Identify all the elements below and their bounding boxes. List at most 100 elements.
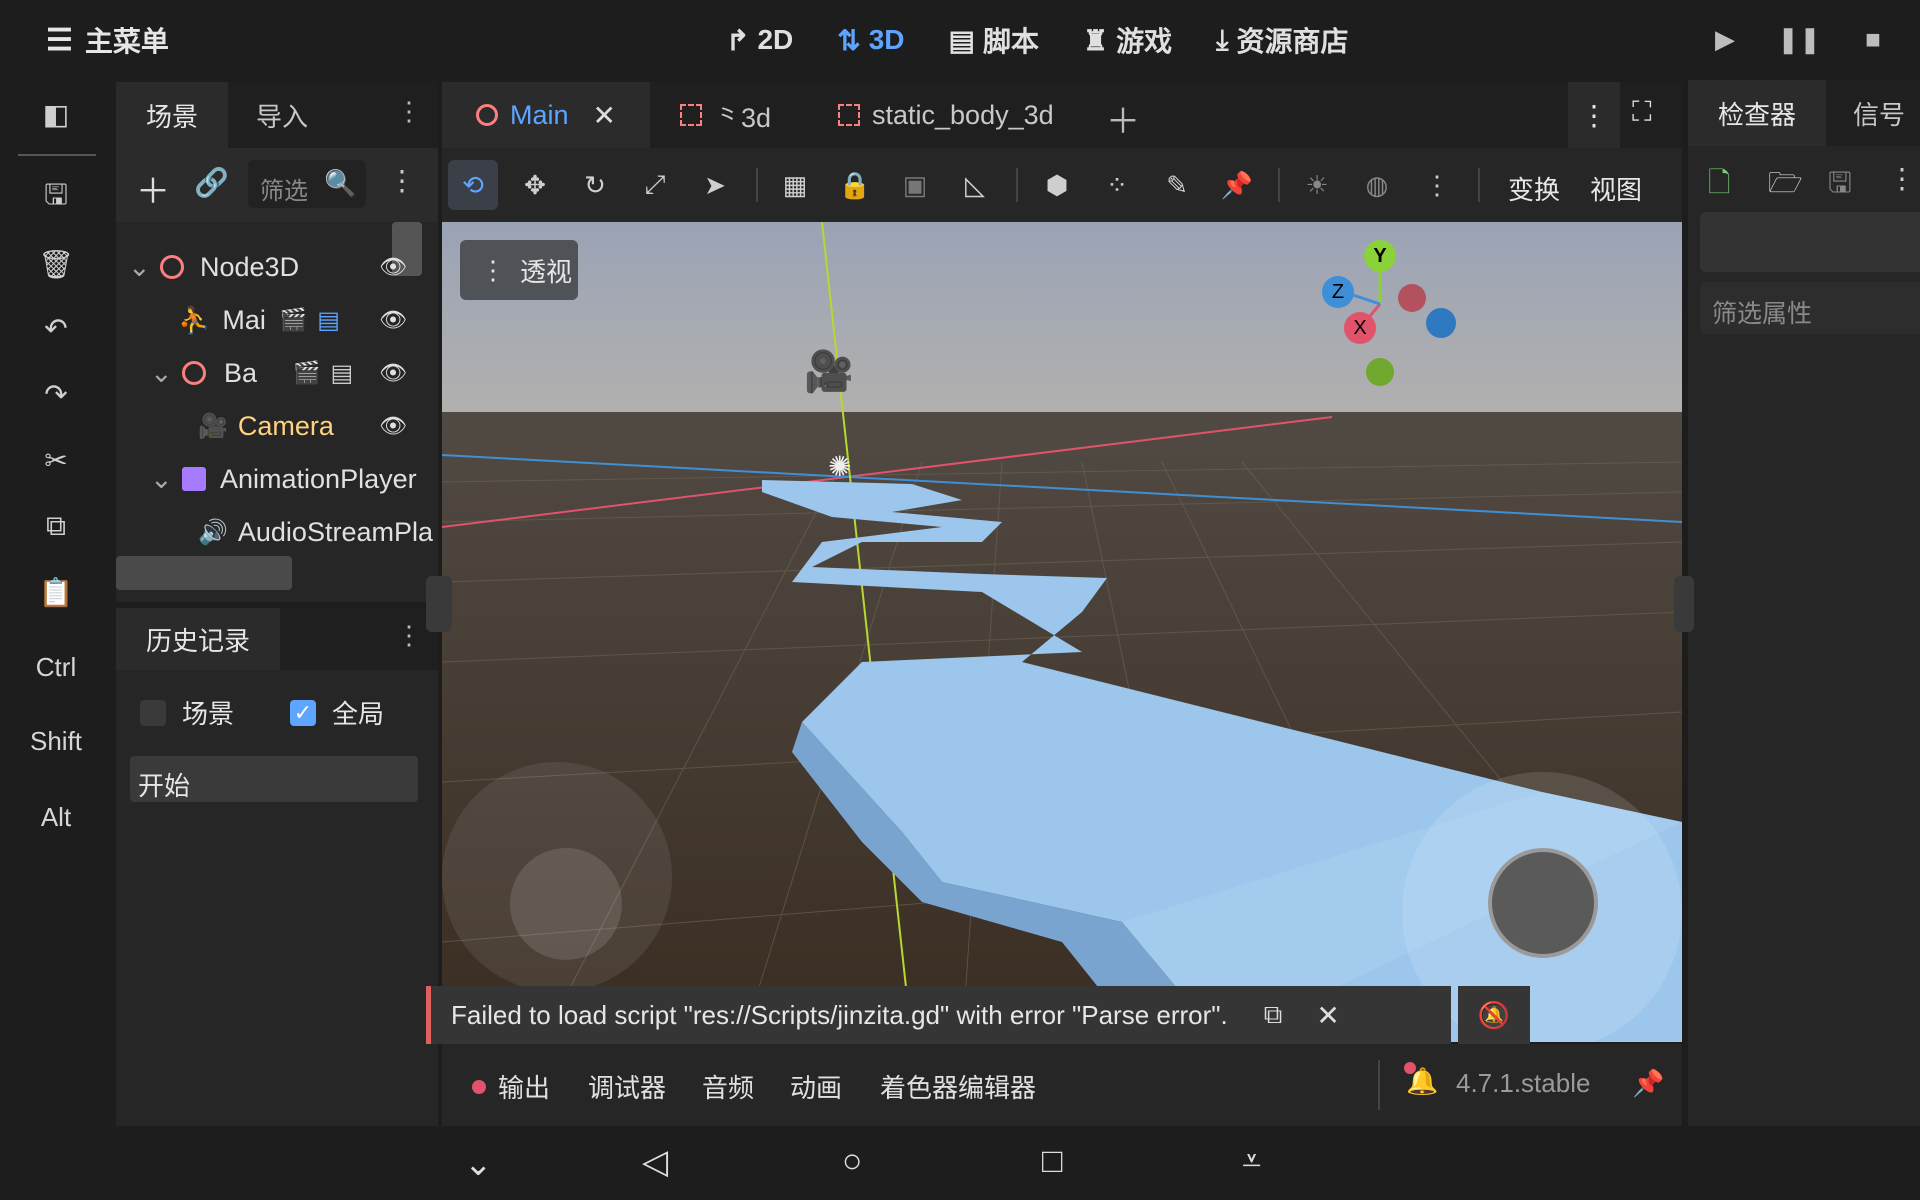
paste-icon[interactable]: 📋 [26,570,86,614]
close-icon[interactable]: ✕ [1316,999,1339,1032]
mode-2d[interactable]: ↱ 2D [726,20,793,60]
scene-filter-input[interactable]: 筛选 🔍 [248,160,366,208]
tree-row-camera[interactable]: 🎥 Camera 👁 [116,401,416,451]
tree-row-ba[interactable]: ⌄ Ba 🎬 ▤ 👁 [116,348,416,398]
y-axis-handle[interactable]: Y [1364,240,1396,272]
kebab-menu-icon[interactable]: ⋮ [396,620,422,651]
tab-audio[interactable]: 音频 [702,1068,754,1105]
close-icon[interactable]: ✕ [593,99,616,132]
tab-static-body-3d[interactable]: static_body_3d [838,82,1054,148]
visibility-eye-icon[interactable]: 👁 [376,360,410,385]
chevron-down-icon[interactable]: ⌄ [464,1144,493,1184]
recents-icon[interactable]: □ [1042,1142,1063,1181]
pin-icon[interactable]: 📌 [1212,160,1262,210]
tree-row-node3d[interactable]: ⌄ Node3D 👁 [116,242,416,292]
particles-icon[interactable]: ⁘ [1092,160,1142,210]
view-menu[interactable]: 视图 [1590,170,1642,207]
scene-options-icon[interactable]: ⋮ [388,164,416,197]
tab-animation[interactable]: 动画 [790,1068,842,1105]
copy-icon[interactable]: ⧉ [1264,999,1283,1031]
global-history-checkbox[interactable]: ✓ 全局 [290,694,384,731]
horizontal-scrollbar[interactable] [116,556,292,590]
add-tab-icon[interactable]: ＋ [1106,94,1140,143]
copy-icon[interactable]: ⧉ [26,504,86,548]
visibility-eye-icon[interactable]: 👁 [376,413,410,438]
link-icon[interactable]: 🔗 [194,166,229,199]
joystick-knob[interactable] [510,848,622,960]
scale-mode-icon[interactable]: ⤢ [630,160,680,210]
z-axis-handle[interactable]: Z [1322,276,1354,308]
tab-inspector[interactable]: 检查器 [1688,80,1826,146]
tab-signals[interactable]: 信号 [1838,80,1920,146]
checkbox-unchecked-icon[interactable] [140,699,166,726]
save-icon[interactable]: 🖫 [26,176,86,220]
tree-row-audiostreamplayer[interactable]: 🔊 AudioStreamPla [116,507,446,557]
home-icon[interactable]: ○ [842,1142,863,1181]
light-gizmo-icon[interactable]: ✺ [828,450,851,483]
notification-shade-icon[interactable]: ⩡ [1242,1142,1261,1181]
main-menu-button[interactable]: ☰ 主菜单 [46,20,169,60]
tab-main[interactable]: Main ✕ [442,82,650,148]
transform-menu[interactable]: 变换 [1508,170,1560,207]
object-selector[interactable] [1700,212,1920,272]
sun-icon[interactable]: ☀ [1292,160,1342,210]
checkbox-checked-icon[interactable]: ✓ [290,699,316,726]
mode-game[interactable]: ♜ 游戏 [1083,20,1172,60]
delete-icon[interactable]: 🗑 [26,242,86,286]
neg-y-handle[interactable] [1366,358,1394,386]
redo-icon[interactable]: ↷ [26,372,86,416]
neg-x-handle[interactable] [1398,284,1426,312]
script-attached-icon[interactable]: ▤ [317,306,340,335]
fullscreen-icon[interactable]: ⛶ [1632,96,1652,129]
chevron-down-icon[interactable]: ⌄ [150,358,173,389]
chevron-down-icon[interactable]: ⌄ [128,252,151,283]
undo-icon[interactable]: ↶ [26,306,86,350]
open-folder-icon[interactable]: 🗁 [1768,162,1803,210]
new-resource-icon[interactable]: 🗋 [1708,162,1731,210]
alt-modifier[interactable]: Alt [0,802,112,833]
joystick-knob[interactable] [1488,848,1598,958]
tab-options-icon[interactable]: ⋮ [1568,82,1620,148]
back-icon[interactable]: ◁ [642,1142,668,1182]
mode-script[interactable]: ▤ 脚本 [949,20,1039,60]
3d-viewport[interactable]: ⋮ 透视 🎥 ✺ Y Z X [442,222,1682,1042]
visibility-eye-icon[interactable]: 👁 [376,254,410,279]
play-icon[interactable]: ▶ [1708,22,1742,56]
mute-notifications-icon[interactable]: 🔕 [1458,986,1530,1044]
stop-icon[interactable]: ■ [1856,22,1890,56]
mode-asset-library[interactable]: ⤓ 资源商店 [1216,20,1348,60]
tab-output[interactable]: 输出 [498,1068,550,1105]
group-icon[interactable]: ▣ [890,160,940,210]
move-mode-icon[interactable]: ✥ [510,160,560,210]
history-entry[interactable]: 开始 [130,756,418,802]
pin-icon[interactable]: 📌 [1632,1068,1664,1099]
tab-scene[interactable]: 场景 [116,82,228,148]
shift-modifier[interactable]: Shift [0,726,112,757]
more-options-icon[interactable]: ⋮ [1412,160,1462,210]
script-icon[interactable]: ▤ [330,359,353,388]
local-space-icon[interactable]: ▦ [770,160,820,210]
scene-instance-icon[interactable]: 🎬 [293,360,320,386]
pause-icon[interactable]: ❚❚ [1777,22,1821,56]
tab-3d[interactable]: ⺀3d [680,82,771,148]
list-select-icon[interactable]: ➤ [690,160,740,210]
toggle-dock-icon[interactable]: ◧ [26,92,86,136]
ctrl-modifier[interactable]: Ctrl [0,652,112,683]
left-virtual-joystick[interactable] [442,762,672,992]
axis-gizmo[interactable]: Y Z X [1320,238,1460,386]
mesh-icon[interactable]: ⬢ [1032,160,1082,210]
camera-gizmo-icon[interactable]: 🎥 [804,348,854,395]
tree-row-mai[interactable]: ⛹ Mai 🎬 ▤ 👁 [116,295,416,345]
tab-import[interactable]: 导入 [232,82,332,148]
dock-resize-handle-left[interactable] [426,576,452,632]
cut-icon[interactable]: ✂ [26,438,86,482]
rotate-mode-icon[interactable]: ↻ [570,160,620,210]
paint-icon[interactable]: ✎ [1152,160,1202,210]
select-mode-icon[interactable]: ⟲ [448,160,498,210]
kebab-menu-icon[interactable]: ⋮ [396,96,422,127]
ruler-icon[interactable]: ◺ [950,160,1000,210]
chevron-down-icon[interactable]: ⌄ [150,464,173,495]
tab-debugger[interactable]: 调试器 [588,1068,666,1105]
add-node-icon[interactable]: ＋ [136,164,170,213]
neg-z-handle[interactable] [1426,308,1456,338]
